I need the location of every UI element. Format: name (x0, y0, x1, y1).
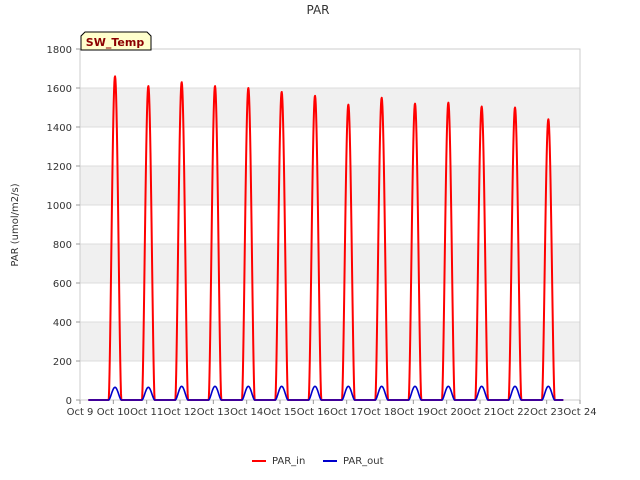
y-tick-label: 1800 (47, 45, 72, 56)
legend-label-par-in: PAR_in (272, 456, 305, 467)
y-tick-label: 1000 (47, 201, 72, 212)
y-tick-label: 0 (66, 396, 72, 407)
badge-label: SW_Temp (86, 36, 145, 49)
y-tick-label: 600 (53, 279, 72, 290)
y-tick-label: 1200 (47, 162, 72, 173)
grid-band (80, 322, 580, 361)
legend-label-par-out: PAR_out (343, 456, 384, 467)
y-axis-ticks: 0 200 400 600 800 1000 1200 1400 1600 1800 (47, 45, 80, 407)
grid-band (80, 88, 580, 127)
par-chart: 020040060080010001200140016001800 Oct 9O… (10, 3, 597, 467)
x-tick-label: Oct 11 (130, 407, 163, 418)
x-tick-label: Oct 17 (330, 407, 363, 418)
grid-band (80, 166, 580, 205)
y-axis-title: PAR (umol/m2/s) (10, 183, 21, 266)
y-tick-label: 400 (53, 318, 72, 329)
x-tick-label: Oct 22 (497, 407, 530, 418)
y-tick-label: 1400 (47, 123, 72, 134)
x-tick-label: Oct 21 (463, 407, 496, 418)
x-tick-label: Oct 24 (563, 407, 596, 418)
legend: PAR_in PAR_out (252, 456, 384, 467)
x-tick-label: Oct 12 (163, 407, 196, 418)
grid-band (80, 244, 580, 283)
chart-title: PAR (306, 3, 329, 17)
x-tick-label: Oct 15 (263, 407, 296, 418)
y-tick-label: 800 (53, 240, 72, 251)
x-tick-label: Oct 14 (230, 407, 263, 418)
y-tick-label: 200 (53, 357, 72, 368)
x-tick-label: Oct 16 (297, 407, 330, 418)
y-tick-label: 1600 (47, 84, 72, 95)
x-tick-label: Oct 19 (397, 407, 430, 418)
sw-temp-badge: SW_Temp (80, 31, 152, 51)
x-tick-label: Oct 20 (430, 407, 463, 418)
grid-bands (80, 48, 580, 401)
x-tick-label: Oct 10 (97, 407, 130, 418)
x-axis-ticks: Oct 9 Oct 10 Oct 11 Oct 12 Oct 13 Oct 14 Oct 1… (67, 400, 597, 418)
x-tick-label: Oct 23 (530, 407, 563, 418)
x-tick-label: Oct 9 (67, 407, 94, 418)
series-line-par-out (87, 385, 564, 401)
x-tick-label: Oct 13 (197, 407, 230, 418)
x-tick-label: Oct 18 (363, 407, 396, 418)
